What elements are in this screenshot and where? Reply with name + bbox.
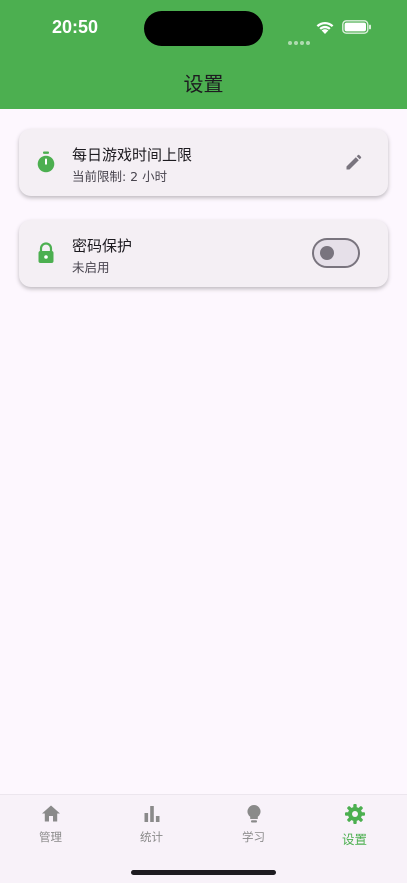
toggle-knob [320, 246, 334, 260]
nav-label: 管理 [39, 830, 62, 844]
nav-item-stats[interactable]: 统计 [101, 803, 202, 853]
dynamic-island [144, 11, 263, 46]
setting-subtitle: 未启用 [72, 260, 110, 275]
setting-title: 每日游戏时间上限 [72, 146, 193, 164]
bar-chart-icon [144, 806, 159, 822]
nav-label: 设置 [341, 832, 367, 847]
nav-item-settings[interactable]: 设置 [304, 803, 405, 853]
setting-subtitle: 当前限制: 2 小时 [72, 169, 168, 184]
home-indicator [131, 870, 276, 875]
settings-screen: 20:50 设置 每日游戏时间上限 当前限制: 2 小时 密码保护 未启用 管理… [0, 0, 407, 883]
timer-icon [37, 151, 55, 173]
page-title: 设置 [183, 72, 224, 96]
nav-label: 学习 [242, 830, 265, 844]
nav-item-manage[interactable]: 管理 [0, 803, 101, 853]
cellular-signal-icon [288, 30, 312, 49]
status-time: 20:50 [52, 17, 99, 37]
home-icon [41, 805, 60, 822]
app-header: 20:50 设置 [0, 0, 407, 109]
nav-item-learn[interactable]: 学习 [203, 803, 304, 853]
lock-icon [38, 242, 54, 263]
gear-icon [344, 804, 365, 824]
lightbulb-icon [246, 804, 261, 823]
setting-title: 密码保护 [72, 237, 133, 255]
nav-label: 统计 [140, 830, 163, 844]
edit-icon[interactable] [344, 152, 364, 172]
wifi-icon [316, 21, 334, 34]
daily-limit-card[interactable]: 每日游戏时间上限 当前限制: 2 小时 [19, 129, 388, 196]
password-toggle[interactable] [312, 238, 360, 268]
battery-icon [342, 20, 371, 34]
password-protection-card: 密码保护 未启用 [19, 220, 388, 287]
